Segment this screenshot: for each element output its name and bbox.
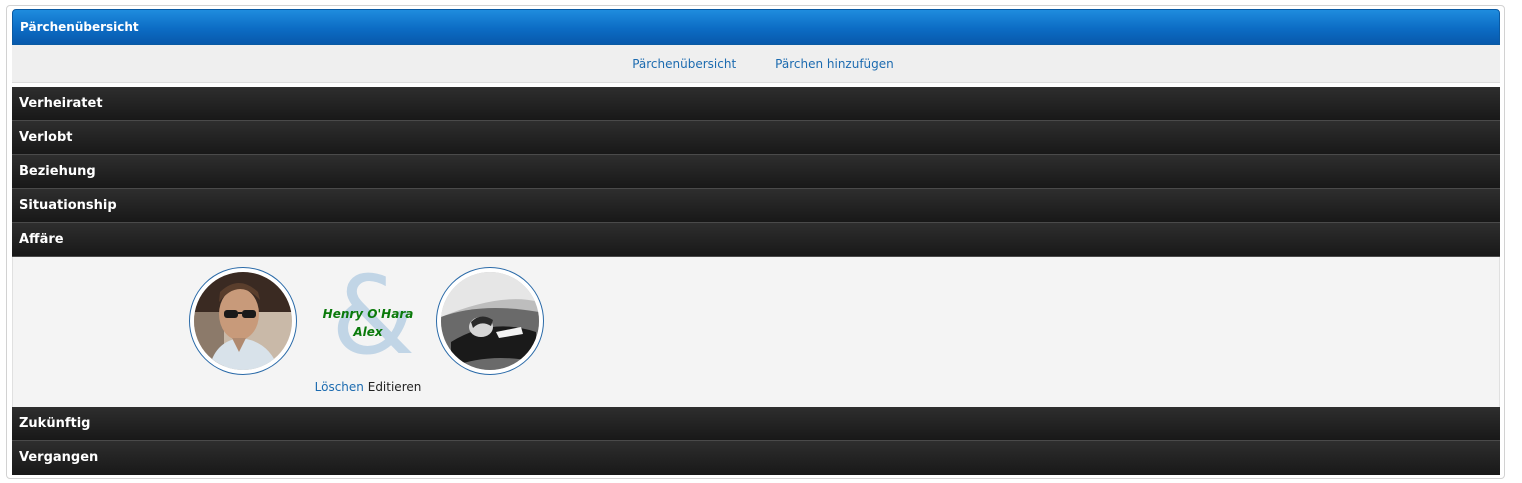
couple-entry: & Henry O'Hara Alex Löschen Editieren [12,257,1500,407]
category-future[interactable]: Zukünftig [12,407,1500,441]
nav-bar: Pärchenübersicht Pärchen hinzufügen [12,45,1500,83]
partner-name-1[interactable]: Henry O'Hara [303,305,433,323]
category-affair[interactable]: Affäre [12,223,1500,257]
avatar-henry [189,267,297,375]
category-engaged[interactable]: Verlobt [12,121,1500,155]
page-title: Pärchenübersicht [12,9,1500,45]
nav-overview-link[interactable]: Pärchenübersicht [632,57,736,71]
avatar-alex [436,267,544,375]
avatar-image-alex [441,272,539,370]
category-situationship[interactable]: Situationship [12,189,1500,223]
category-relationship[interactable]: Beziehung [12,155,1500,189]
couples-content: Pärchenübersicht Pärchenübersicht Pärche… [12,9,1500,475]
edit-link[interactable]: Editieren [368,380,422,394]
delete-link[interactable]: Löschen [315,380,364,394]
category-married[interactable]: Verheiratet [12,87,1500,121]
couples-module: Pärchenübersicht Pärchenübersicht Pärche… [6,5,1505,479]
couple-actions: Löschen Editieren [303,380,433,394]
nav-add-couple-link[interactable]: Pärchen hinzufügen [775,57,894,71]
category-past[interactable]: Vergangen [12,441,1500,475]
avatar-image-henry [194,272,292,370]
partner-name-2[interactable]: Alex [303,323,433,341]
couple-names: Henry O'Hara Alex [303,305,433,341]
